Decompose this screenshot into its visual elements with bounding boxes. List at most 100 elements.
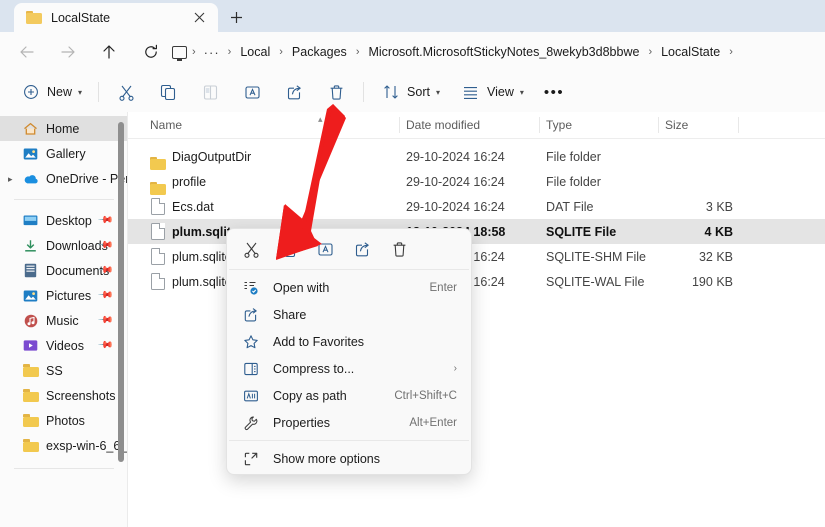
file-type: SQLITE-SHM File [546, 249, 647, 264]
pin-icon[interactable]: 📌 [96, 287, 114, 304]
back-button[interactable] [12, 38, 42, 66]
table-row[interactable]: DiagOutputDir 29-10-2024 16:24 File fold… [128, 144, 825, 169]
sort-button[interactable]: Sort ▾ [372, 77, 448, 107]
sidebar-scrollbar[interactable] [118, 122, 124, 462]
breadcrumb-separator: › [355, 46, 360, 58]
new-button[interactable]: New ▾ [12, 77, 90, 107]
breadcrumb-local[interactable]: Local [236, 45, 274, 59]
view-button[interactable]: View ▾ [452, 77, 532, 107]
tab-localstate[interactable]: LocalState [14, 3, 218, 32]
up-button[interactable] [94, 38, 124, 66]
menu-item-label: Share [273, 307, 307, 322]
menu-item-label: Compress to... [273, 361, 355, 376]
pin-icon[interactable]: 📌 [96, 212, 114, 229]
sidebar-divider [14, 199, 114, 200]
compress-icon [241, 361, 261, 377]
sidebar-item-label: Desktop [46, 213, 92, 228]
chevron-right-icon[interactable]: ▸ [8, 174, 13, 185]
paste-icon [199, 84, 221, 101]
menu-item-copy-as-path[interactable]: Copy as path Ctrl+Shift+C [227, 382, 471, 409]
file-icon [151, 223, 165, 240]
column-header-date-modified[interactable]: Date modified [406, 112, 480, 138]
sidebar-item-documents[interactable]: Documents 📌 [0, 258, 128, 283]
file-size [648, 169, 733, 194]
sidebar-item-label: Gallery [46, 146, 86, 161]
menu-item-properties[interactable]: Properties Alt+Enter [227, 409, 471, 436]
breadcrumb-overflow-icon[interactable]: ··· [201, 45, 223, 60]
forward-button[interactable] [53, 38, 83, 66]
column-header-type[interactable]: Type [546, 112, 572, 138]
file-size: 190 KB [691, 274, 733, 289]
delete-button[interactable] [317, 77, 355, 107]
sidebar-item-photos[interactable]: Photos [0, 408, 128, 433]
sidebar-item-onedrive[interactable]: ▸ OneDrive - Perso [0, 166, 128, 191]
rename-icon[interactable] [307, 234, 344, 264]
sidebar-item-videos[interactable]: Videos 📌 [0, 333, 128, 358]
share-button[interactable] [275, 77, 313, 107]
onedrive-icon [22, 171, 39, 187]
menu-item-add-to-favorites[interactable]: Add to Favorites [227, 328, 471, 355]
breadcrumb-stickynotes[interactable]: Microsoft.MicrosoftStickyNotes_8wekyb3d8… [364, 45, 643, 59]
column-divider[interactable] [539, 117, 540, 133]
column-header-size[interactable]: Size [665, 112, 688, 138]
copy-button[interactable] [149, 77, 187, 107]
toolbar-divider [98, 82, 100, 102]
folder-icon [22, 438, 39, 454]
context-menu-toolbar [227, 229, 471, 269]
sidebar-item-exsp-win[interactable]: exsp-win-6_6_0- [0, 433, 128, 458]
file-type: File folder [546, 149, 601, 164]
breadcrumb-separator: › [648, 46, 653, 58]
sidebar-item-gallery[interactable]: Gallery [0, 141, 128, 166]
menu-item-compress-to[interactable]: Compress to... › [227, 355, 471, 382]
column-divider[interactable] [658, 117, 659, 133]
table-row[interactable]: profile 29-10-2024 16:24 File folder [128, 169, 825, 194]
column-header-name[interactable]: Name [150, 112, 182, 138]
copy-icon [157, 84, 179, 101]
view-button-label: View [486, 85, 514, 99]
share-icon[interactable] [344, 234, 381, 264]
menu-item-label: Open with [273, 280, 330, 295]
more-options-icon [241, 451, 261, 467]
file-type: File folder [546, 174, 601, 189]
sidebar-item-desktop[interactable]: Desktop 📌 [0, 208, 128, 233]
downloads-icon [22, 238, 39, 254]
column-divider[interactable] [738, 117, 739, 133]
column-divider[interactable] [399, 117, 400, 133]
table-row[interactable]: Ecs.dat 29-10-2024 16:24 DAT File 3 KB [128, 194, 825, 219]
command-toolbar: New ▾ Sort ▾ View ▾ ••• [0, 72, 825, 112]
pin-icon[interactable]: 📌 [96, 337, 114, 354]
pin-icon[interactable]: 📌 [96, 312, 114, 329]
tab-title: LocalState [51, 10, 111, 25]
menu-item-open-with[interactable]: Open with Enter [227, 274, 471, 301]
file-size: 32 KB [698, 249, 733, 264]
more-options-button[interactable]: ••• [536, 77, 572, 107]
breadcrumb-separator: › [227, 46, 232, 58]
sidebar-item-label: SS [46, 363, 63, 378]
breadcrumb-localstate[interactable]: LocalState [657, 45, 724, 59]
sidebar-item-downloads[interactable]: Downloads 📌 [0, 233, 128, 258]
copy-icon[interactable] [270, 234, 307, 264]
menu-item-share[interactable]: Share [227, 301, 471, 328]
star-icon [241, 334, 261, 350]
sidebar-item-pictures[interactable]: Pictures 📌 [0, 283, 128, 308]
close-icon[interactable] [188, 7, 210, 29]
delete-icon[interactable] [381, 234, 418, 264]
rename-icon [241, 84, 263, 101]
sidebar-item-ss[interactable]: SS [0, 358, 128, 383]
sidebar-item-home[interactable]: Home [0, 116, 128, 141]
sidebar-item-screenshots[interactable]: Screenshots [0, 383, 128, 408]
this-pc-icon[interactable] [172, 45, 187, 61]
folder-icon [22, 413, 39, 429]
column-headers: Name ▴ Date modified Type Size [128, 112, 825, 138]
cut-icon[interactable] [233, 234, 270, 264]
refresh-button[interactable] [136, 38, 166, 66]
sidebar-item-label: Photos [46, 413, 85, 428]
breadcrumb-packages[interactable]: Packages [288, 45, 351, 59]
chevron-down-icon: ▾ [435, 87, 440, 97]
new-tab-button[interactable] [224, 6, 248, 28]
sidebar-item-music[interactable]: Music 📌 [0, 308, 128, 333]
folder-icon [22, 388, 39, 404]
cut-button[interactable] [107, 77, 145, 107]
menu-item-show-more-options[interactable]: Show more options [227, 445, 471, 472]
rename-button[interactable] [233, 77, 271, 107]
